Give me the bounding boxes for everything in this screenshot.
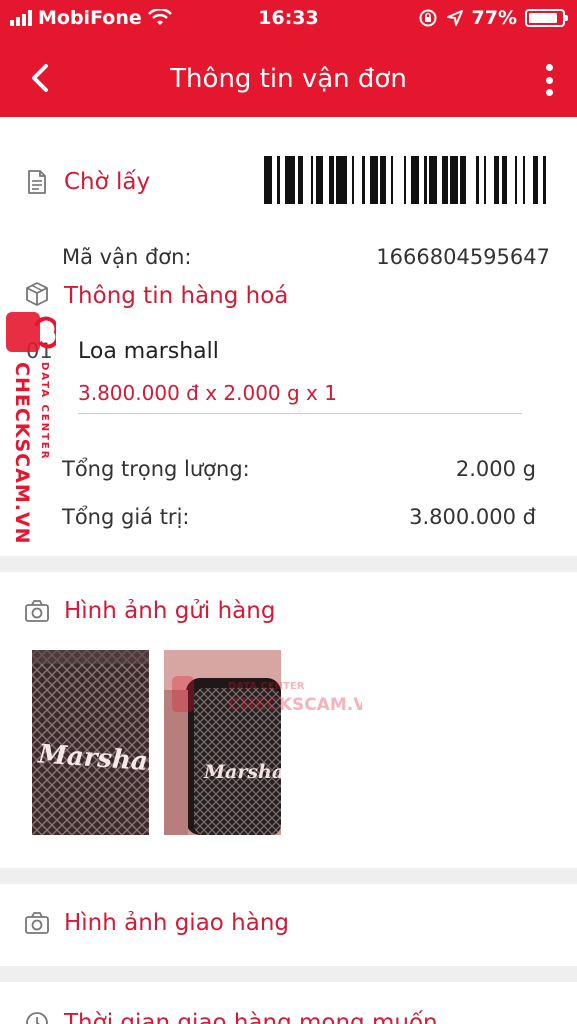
clock-icon: [26, 1012, 48, 1024]
status-bar: MobiFone 16:33 77%: [0, 0, 577, 40]
camera-icon: [25, 600, 49, 622]
item-name: Loa marshall: [78, 339, 219, 364]
send-photo-1[interactable]: Marshall: [32, 650, 149, 835]
battery-icon: [525, 9, 568, 27]
camera-icon: [25, 912, 49, 934]
preferred-time-card: Thời gian giao hàng mong muốn: [0, 982, 577, 1024]
status-right: 77%: [418, 7, 568, 29]
barcode-image: [264, 156, 554, 204]
watermark-center-brand: CHECKSCAM.VN: [228, 695, 362, 715]
total-weight-value: 2.000 g: [455, 457, 536, 481]
battery-percent: 77%: [471, 7, 517, 29]
location-arrow-icon: [446, 10, 463, 26]
item-index: 01: [26, 339, 53, 363]
delivery-images-card: Hình ảnh giao hàng: [0, 884, 577, 966]
more-vertical-icon[interactable]: [539, 60, 559, 100]
page-title: Thông tin vận đơn: [170, 64, 407, 94]
tracking-code-value: 1666804595647: [376, 245, 550, 269]
document-icon: [28, 170, 46, 194]
item-detail: 3.800.000 đ x 2.000 g x 1: [78, 381, 337, 405]
total-weight-label: Tổng trọng lượng:: [62, 457, 250, 481]
goods-title: Thông tin hàng hoá: [64, 283, 289, 309]
preferred-time-title: Thời gian giao hàng mong muốn: [64, 1010, 438, 1024]
box-icon: [26, 282, 48, 306]
total-value-label: Tổng giá trị:: [62, 505, 190, 529]
total-value-value: 3.800.000 đ: [409, 505, 536, 529]
delivery-images-title: Hình ảnh giao hàng: [64, 910, 290, 936]
rotation-lock-icon: [419, 9, 437, 27]
watermark-center: DATA CENTER CHECKSCAM.VN: [172, 672, 381, 720]
watermark-center-tagline: DATA CENTER: [228, 681, 305, 692]
send-images-title: Hình ảnh gửi hàng: [64, 598, 276, 624]
tracking-code-label: Mã vận đơn:: [62, 245, 192, 269]
photo-2-brand-text: Marshall: [203, 761, 281, 783]
item-divider: [78, 413, 522, 414]
shipment-status: Chờ lấy: [64, 169, 151, 195]
navigation-bar: Thông tin vận đơn: [0, 40, 577, 117]
